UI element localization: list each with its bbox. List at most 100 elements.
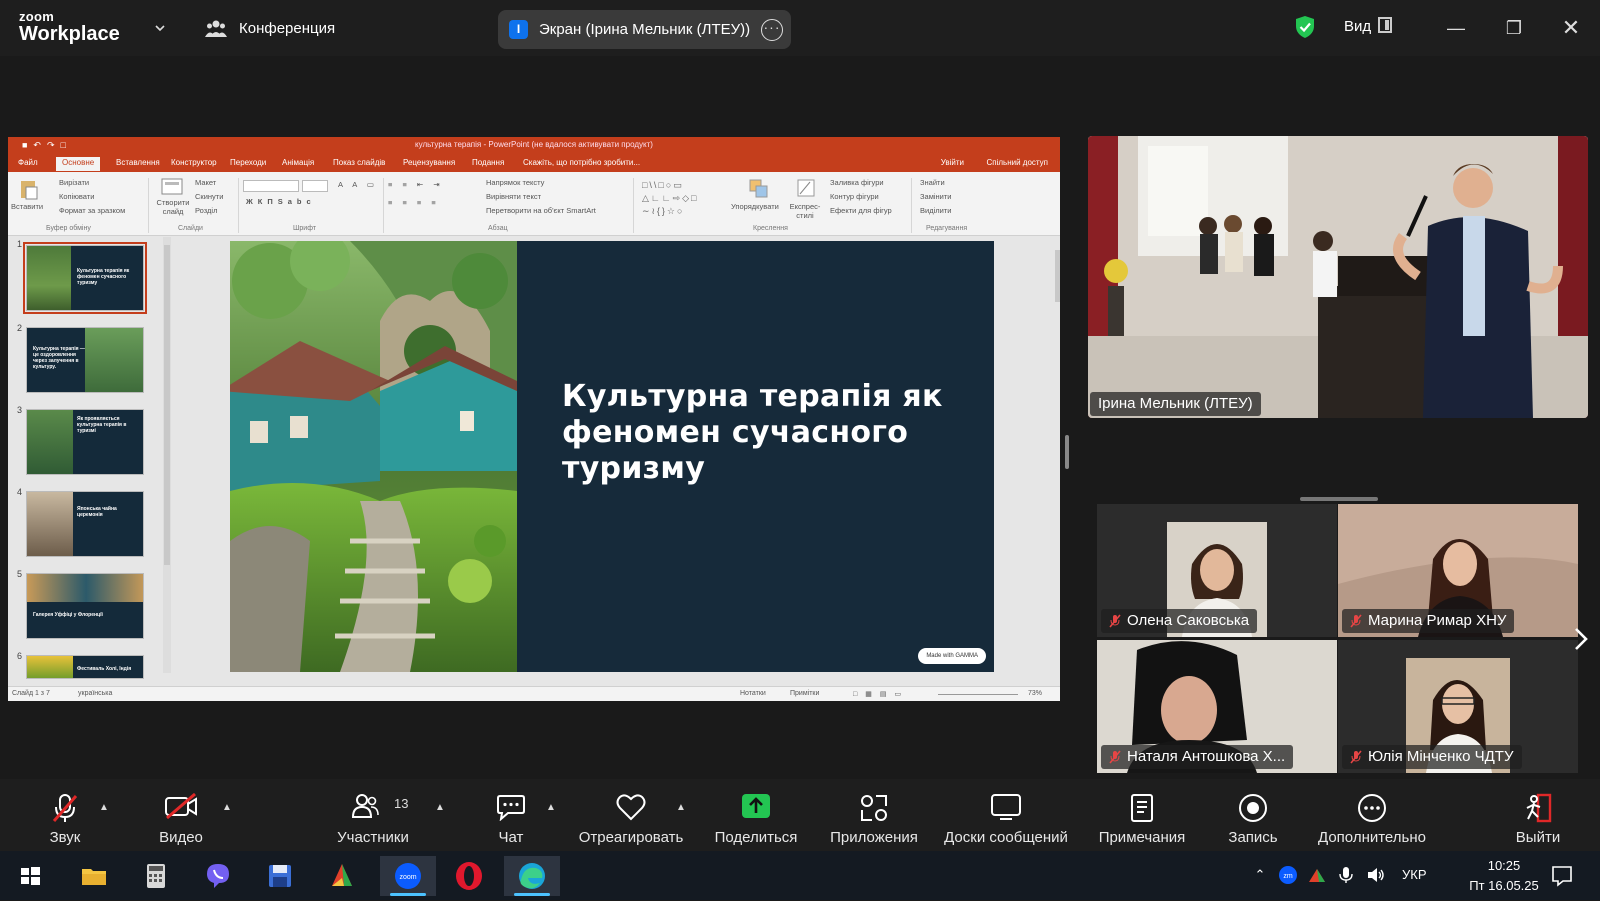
show-hidden-icons-chevron-icon[interactable]: ⌃ (1250, 865, 1270, 885)
slide-thumbnail-4[interactable]: Японська чайна церемонія (26, 491, 144, 557)
slide-thumbnail-6[interactable]: Фестиваль Холі, Індія (26, 655, 144, 679)
participants-options-caret-icon[interactable]: ▲ (433, 801, 447, 815)
participant-tile[interactable]: Юлія Мінченко ЧДТУ (1338, 640, 1578, 773)
quick-styles-button[interactable]: Експрес-стилі (788, 202, 822, 220)
zoom-tray-icon[interactable]: zm (1278, 865, 1298, 885)
new-slide-icon[interactable] (161, 178, 183, 196)
paste-icon[interactable] (18, 178, 40, 200)
font-family-select[interactable] (243, 180, 299, 192)
new-slide-button[interactable]: Створити слайд (153, 198, 193, 216)
viber-icon[interactable] (198, 856, 238, 896)
meeting-label[interactable]: Конференция (239, 20, 335, 37)
slide-thumbnail-2[interactable]: Культурна терапія — це оздоровлення чере… (26, 327, 144, 393)
comments-button[interactable]: Примітки (790, 690, 819, 697)
clock-time[interactable]: 10:25 (1466, 858, 1542, 873)
select-button[interactable]: Виділити (920, 206, 951, 215)
language-status[interactable]: українська (78, 690, 112, 697)
video-button[interactable]: Видео (146, 779, 216, 851)
notes-button[interactable]: Нотатки (740, 690, 766, 697)
convert-smartart-button[interactable]: Перетворити на об'єкт SmartArt (486, 206, 596, 215)
slide-scrollbar[interactable] (1053, 240, 1060, 676)
volume-icon[interactable] (1366, 865, 1386, 885)
participant-tile[interactable]: Наталя Антошкова Х... (1097, 640, 1337, 773)
participant-tile[interactable]: Олена Саковська (1097, 504, 1337, 637)
input-language[interactable]: УКР (1402, 867, 1427, 882)
audio-button[interactable]: Звук (30, 779, 100, 851)
view-layout-icon[interactable] (1378, 17, 1392, 33)
leave-button[interactable]: Выйти (1506, 779, 1570, 851)
find-button[interactable]: Знайти (920, 178, 945, 187)
tab-home[interactable]: Основне (56, 157, 101, 171)
alignment-icons[interactable]: ≡ ≡ ≡ ≡ (388, 198, 440, 207)
video-options-caret-icon[interactable]: ▲ (220, 801, 234, 815)
tab-transitions[interactable]: Переходи (230, 158, 266, 167)
more-button[interactable]: Дополнительно (1310, 779, 1434, 851)
zoom-level[interactable]: 73% (1028, 690, 1042, 697)
restore-window-button[interactable]: ❐ (1500, 14, 1528, 42)
close-window-button[interactable]: ✕ (1557, 14, 1585, 42)
tab-file[interactable]: Файл (18, 158, 38, 167)
clock-date[interactable]: Пт 16.05.25 (1456, 878, 1552, 893)
file-explorer-icon[interactable] (74, 856, 114, 896)
apps-button[interactable]: Приложения (824, 779, 924, 851)
font-size-grow-shrink-icons[interactable]: A A ▭ (338, 180, 378, 189)
view-mode-icons[interactable]: □▦▤▭ (853, 690, 909, 698)
share-access-button[interactable]: Спільний доступ (986, 158, 1048, 167)
reset-button[interactable]: Скинути (195, 192, 223, 201)
opera-icon[interactable] (449, 856, 489, 896)
more-options-icon[interactable]: ··· (761, 19, 783, 41)
notes-button[interactable]: Примечания (1092, 779, 1192, 851)
tray-app-icon[interactable] (1307, 865, 1327, 885)
chevron-down-icon[interactable] (154, 22, 166, 34)
gallery-next-arrow-icon[interactable] (1572, 626, 1590, 652)
tab-slideshow[interactable]: Показ слайдів (333, 158, 385, 167)
edge-taskbar-app[interactable] (504, 856, 560, 896)
layout-button[interactable]: Макет (195, 178, 216, 187)
sign-in-link[interactable]: Увійти (941, 158, 964, 167)
tab-view[interactable]: Подання (472, 158, 504, 167)
tab-design[interactable]: Конструктор (171, 158, 217, 167)
copy-button[interactable]: Копіювати (59, 192, 94, 201)
save-disk-icon[interactable] (260, 856, 300, 896)
minimize-button[interactable]: — (1442, 14, 1470, 42)
list-icons[interactable]: ≡ ≡ ⇤ ⇥ (388, 180, 444, 189)
split-view-divider[interactable] (1065, 435, 1069, 469)
calculator-icon[interactable] (136, 856, 176, 896)
gallery-resize-handle[interactable] (1300, 497, 1378, 501)
thumbnails-scrollbar[interactable] (163, 237, 171, 673)
zoom-slider[interactable] (938, 694, 1018, 695)
cut-button[interactable]: Вирізати (59, 178, 89, 187)
shapes-gallery[interactable]: □\\□○▭ △∟∟⇨◇□ ∼≀{}☆○ (642, 179, 728, 219)
audio-options-caret-icon[interactable]: ▲ (97, 801, 111, 815)
slide-thumbnail-3[interactable]: Як проявляється культурна терапія в тури… (26, 409, 144, 475)
security-shield-icon[interactable] (1294, 15, 1316, 39)
shape-effects-button[interactable]: Ефекти для фігур (830, 206, 892, 215)
replace-button[interactable]: Замінити (920, 192, 951, 201)
react-options-caret-icon[interactable]: ▲ (674, 801, 688, 815)
arrange-button[interactable]: Упорядкувати (731, 202, 779, 211)
font-size-select[interactable] (302, 180, 328, 192)
tell-me-search[interactable]: Скажіть, що потрібно зробити... (523, 158, 640, 167)
font-format-icons[interactable]: ЖКПSabc (246, 197, 316, 206)
screen-share-indicator[interactable]: I Экран (Ірина Мельник (ЛТЕУ)) ··· (498, 10, 791, 49)
notifications-icon[interactable] (1550, 864, 1574, 888)
app-icon[interactable] (322, 856, 362, 896)
text-direction-button[interactable]: Напрямок тексту (486, 178, 544, 187)
section-button[interactable]: Розділ (195, 206, 217, 215)
slide-thumbnail-1[interactable]: Культурна терапія як феномен сучасного т… (23, 242, 147, 314)
arrange-icon[interactable] (748, 178, 770, 200)
chat-options-caret-icon[interactable]: ▲ (544, 801, 558, 815)
quick-styles-icon[interactable] (796, 178, 816, 198)
view-menu[interactable]: Вид (1344, 18, 1371, 35)
tab-animations[interactable]: Анімація (282, 158, 314, 167)
record-button[interactable]: Запись (1218, 779, 1288, 851)
react-button[interactable]: Отреагировать (575, 779, 687, 851)
tab-review[interactable]: Рецензування (403, 158, 455, 167)
format-painter-button[interactable]: Формат за зразком (59, 206, 125, 215)
zoom-taskbar-app[interactable]: zoom (380, 856, 436, 896)
participants-button[interactable]: Участники (333, 779, 413, 851)
active-speaker-video[interactable]: Ірина Мельник (ЛТЕУ) (1088, 136, 1588, 418)
participant-tile[interactable]: Марина Римар ХНУ (1338, 504, 1578, 637)
tab-insert[interactable]: Вставлення (116, 158, 160, 167)
shape-fill-button[interactable]: Заливка фігури (830, 178, 884, 187)
